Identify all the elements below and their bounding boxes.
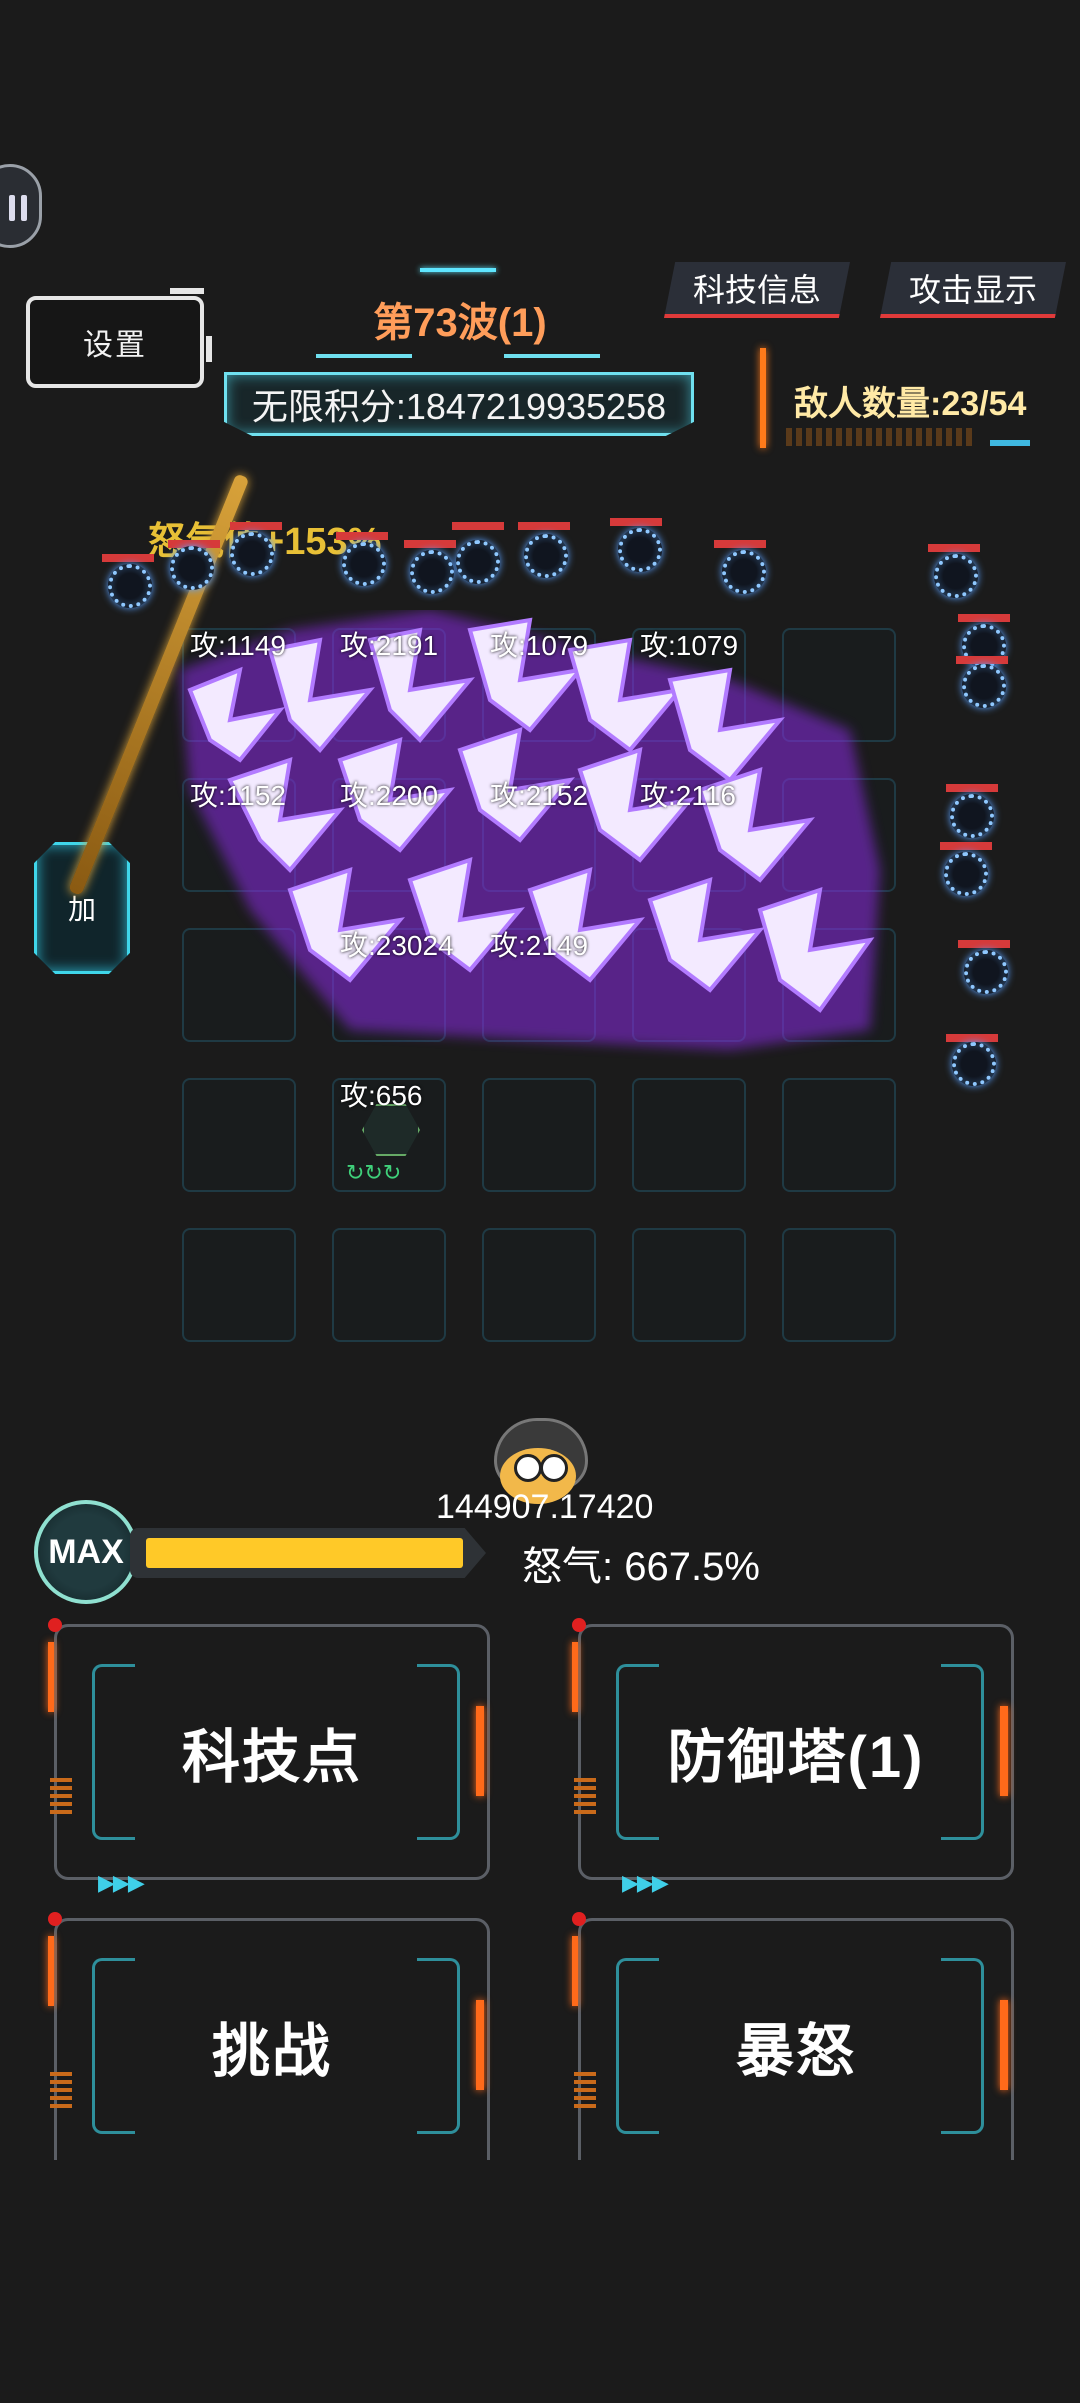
tower-attack-label: 攻:2191	[340, 630, 439, 661]
grid-cell[interactable]	[782, 1078, 896, 1192]
tech-points-button[interactable]: ▶▶▶ 科技点	[34, 1618, 490, 1895]
score-decoration-right	[504, 354, 600, 358]
defense-tower-button[interactable]: ▶▶▶ 防御塔(1)	[558, 1618, 1014, 1895]
grid-cell[interactable]	[782, 1228, 896, 1342]
tech-info-label: 科技信息	[692, 272, 821, 308]
enemy-icon	[410, 550, 454, 594]
enemy-progress-bar	[786, 428, 976, 446]
attack-display-tab[interactable]: 攻击显示	[880, 262, 1066, 318]
enemy-icon	[962, 664, 1006, 708]
grid-cell[interactable]	[482, 1228, 596, 1342]
enemy-icon	[952, 1042, 996, 1086]
enemy-icon	[964, 950, 1008, 994]
settings-button[interactable]: 设置	[26, 288, 212, 388]
infinite-score-panel: 无限积分:1847219935258	[224, 372, 694, 436]
enemy-count-label: 敌人数量:23/54	[794, 385, 1027, 423]
tower-attack-label: 攻:2200	[340, 780, 439, 811]
attack-display-label: 攻击显示	[908, 272, 1037, 308]
grid-cell[interactable]	[632, 1078, 746, 1192]
enemy-icon	[524, 534, 568, 578]
grid-cell[interactable]	[632, 1228, 746, 1342]
player-score: 144907.17420	[436, 1488, 654, 1526]
wave-decoration	[420, 268, 496, 272]
defense-tower-label: 防御塔(1)	[667, 1725, 925, 1790]
tower-level-arrows-icon: ↻↻↻	[346, 1160, 402, 1185]
enemy-icon	[456, 540, 500, 584]
tower-attack-label: 攻:1152	[190, 780, 286, 811]
enemy-icon	[170, 546, 214, 590]
enemy-icon	[944, 852, 988, 896]
enemy-icon	[934, 554, 978, 598]
tower-attack-label: 攻:2116	[640, 780, 736, 811]
challenge-button[interactable]: 挑战	[34, 1912, 490, 2188]
fury-button[interactable]: 暴怒	[558, 1912, 1014, 2188]
wave-label: 第73波(1)	[373, 301, 547, 345]
grid-cell[interactable]	[182, 1228, 296, 1342]
add-label: 加	[67, 894, 96, 925]
enemy-icon	[950, 794, 994, 838]
enemy-icon	[618, 528, 662, 572]
challenge-label: 挑战	[211, 2019, 332, 2084]
level-max-badge: MAX	[34, 1500, 138, 1604]
pause-icon	[9, 195, 27, 221]
purple-blast-effect	[180, 610, 880, 1050]
score-decoration-left	[316, 354, 412, 358]
grid-cell[interactable]	[332, 1228, 446, 1342]
score-label: 无限积分:1847219935258	[251, 386, 667, 427]
grid-cell[interactable]	[482, 1078, 596, 1192]
tower-attack-label: 攻:2152	[490, 780, 589, 811]
enemy-progress-tip	[990, 440, 1030, 446]
max-label: MAX	[48, 1532, 124, 1571]
tower-attack-label: 攻:2149	[490, 930, 589, 961]
tower-attack-label: 攻:1149	[190, 630, 286, 661]
fury-label: 暴怒	[735, 2019, 856, 2084]
rage-label: 怒气: 667.5%	[522, 1545, 760, 1589]
bottom-area	[0, 2160, 1080, 2403]
settings-label: 设置	[83, 329, 147, 362]
grid-cell[interactable]	[182, 1078, 296, 1192]
enemy-icon	[108, 564, 152, 608]
enemy-icon	[342, 542, 386, 586]
tech-info-tab[interactable]: 科技信息	[664, 262, 850, 318]
tower-attack-label: 攻:1079	[490, 630, 589, 661]
side-menu-toggle[interactable]	[0, 164, 42, 248]
tower-attack-label: 攻:23024	[340, 930, 454, 961]
enemy-icon	[722, 550, 766, 594]
enemy-count-accent	[760, 348, 766, 448]
tower-attack-label: 攻:656	[340, 1080, 423, 1111]
tower-attack-label: 攻:1079	[640, 630, 739, 661]
enemy-icon	[230, 532, 274, 576]
rage-bar-fill	[146, 1538, 463, 1568]
tech-points-label: 科技点	[181, 1725, 362, 1790]
